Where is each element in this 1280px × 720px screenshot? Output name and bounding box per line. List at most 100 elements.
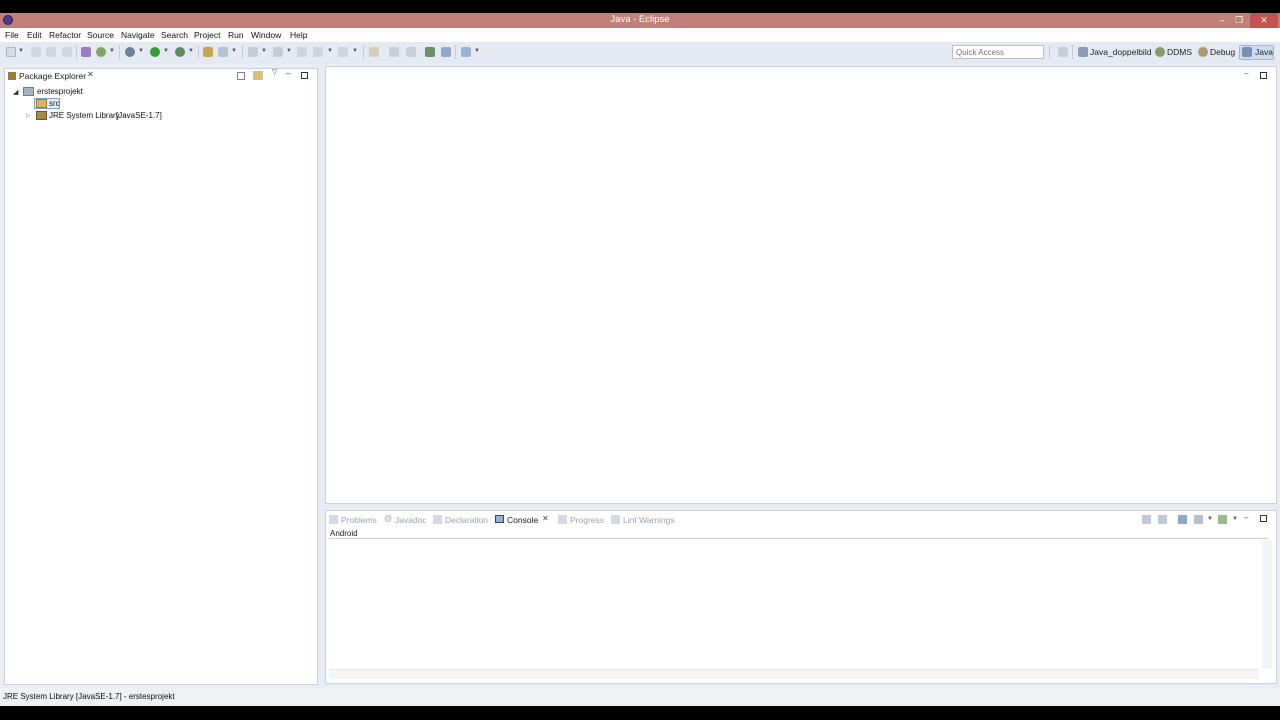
editor-area[interactable] — [325, 66, 1277, 504]
tab-problems[interactable]: Problems — [341, 515, 377, 525]
menu-file[interactable]: File — [5, 30, 19, 40]
menu-refactor[interactable]: Refactor — [49, 30, 81, 40]
scroll-lock-icon[interactable] — [1158, 515, 1167, 524]
tab-progress[interactable]: Progress — [570, 515, 604, 525]
display-console-icon[interactable] — [1194, 515, 1203, 524]
android-sdk-icon[interactable] — [81, 47, 91, 57]
save-all-icon[interactable] — [46, 47, 56, 57]
perspective-ddms[interactable]: DDMS — [1167, 47, 1192, 57]
status-text: JRE System Library [JavaSE-1.7] - erstes… — [3, 692, 175, 701]
menu-search[interactable]: Search — [161, 30, 188, 40]
print-icon[interactable] — [62, 47, 72, 57]
pin-console-icon[interactable] — [1178, 515, 1187, 524]
title-bar: Java - Eclipse – ❐ ✕ — [0, 13, 1280, 28]
tree-item-jre-version: [JavaSE-1.7] — [116, 111, 162, 120]
minimize-editor-icon[interactable]: – — [1244, 69, 1248, 78]
chevron-down-icon[interactable]: ▼ — [286, 48, 292, 54]
toolbar-separator — [363, 45, 364, 59]
lint-icon — [611, 515, 620, 524]
chevron-down-icon[interactable]: ▼ — [474, 48, 480, 54]
chevron-down-icon[interactable]: ▼ — [138, 48, 144, 54]
bottom-letterbox — [0, 706, 1280, 720]
menu-project[interactable]: Project — [194, 30, 220, 40]
new-class-icon[interactable] — [218, 47, 228, 57]
menu-navigate[interactable]: Navigate — [121, 30, 155, 40]
declaration-icon — [433, 515, 442, 524]
menu-help[interactable]: Help — [290, 30, 307, 40]
tab-lint-warnings[interactable]: Lint Warnings — [623, 515, 675, 525]
save-icon[interactable] — [31, 47, 41, 57]
menu-bar: File Edit Refactor Source Navigate Searc… — [0, 28, 1280, 42]
chevron-down-icon[interactable]: ▼ — [163, 48, 169, 54]
perspective-debug[interactable]: Debug — [1210, 47, 1235, 57]
tab-console[interactable]: Console — [507, 515, 538, 525]
tab-declaration[interactable]: Declaration — [445, 515, 488, 525]
run-icon[interactable] — [150, 47, 160, 57]
clear-console-icon[interactable] — [1142, 515, 1151, 524]
expand-arrow-icon[interactable]: ◢ — [13, 88, 18, 96]
view-menu-icon[interactable]: ▽ — [272, 68, 277, 76]
chevron-down-icon[interactable]: ▼ — [109, 48, 115, 54]
debug-icon[interactable] — [125, 47, 135, 57]
toolbar-separator — [242, 45, 243, 59]
menu-edit[interactable]: Edit — [27, 30, 42, 40]
menu-run[interactable]: Run — [228, 30, 244, 40]
quick-access-input[interactable] — [952, 45, 1044, 59]
open-perspective-icon[interactable] — [1058, 47, 1068, 57]
maximize-editor-icon[interactable] — [1260, 72, 1267, 79]
restore-button[interactable]: ❐ — [1230, 13, 1248, 28]
console-name: Android — [330, 529, 358, 538]
perspective-java-doppelbild[interactable]: Java_doppelbild — [1090, 47, 1151, 57]
chevron-down-icon[interactable]: ▼ — [1207, 516, 1213, 522]
open-type-icon[interactable] — [248, 47, 258, 57]
chevron-down-icon[interactable]: ▼ — [352, 48, 358, 54]
tree-project-erstesprojekt[interactable]: erstesprojekt — [37, 87, 83, 96]
maximize-console-icon[interactable] — [1260, 515, 1267, 522]
refresh-icon[interactable] — [96, 47, 106, 57]
close-button[interactable]: ✕ — [1250, 13, 1278, 28]
back-icon[interactable] — [297, 47, 307, 57]
new-icon[interactable] — [6, 47, 16, 57]
chevron-down-icon[interactable]: ▼ — [231, 48, 237, 54]
bottom-panel — [325, 510, 1277, 684]
open-console-icon[interactable] — [1218, 515, 1227, 524]
task-icon[interactable] — [461, 47, 471, 57]
minimize-button[interactable]: – — [1214, 13, 1230, 28]
package-explorer-icon — [8, 72, 16, 80]
last-edit-icon[interactable] — [369, 47, 379, 57]
back-alt-icon[interactable] — [313, 47, 323, 57]
chevron-down-icon[interactable]: ▼ — [18, 48, 24, 54]
menu-window[interactable]: Window — [251, 30, 281, 40]
device-manager-icon[interactable] — [441, 47, 451, 57]
chevron-down-icon[interactable]: ▼ — [261, 48, 267, 54]
search-icon[interactable] — [273, 47, 283, 57]
collapsed-arrow-icon[interactable]: ▷ — [26, 112, 31, 119]
pin-icon[interactable] — [406, 47, 416, 57]
maximize-view-icon[interactable] — [301, 72, 308, 79]
tree-item-jre-library[interactable]: JRE System Library — [49, 111, 120, 120]
library-icon — [36, 111, 47, 120]
minimize-console-icon[interactable]: – — [1244, 513, 1248, 522]
download-icon[interactable] — [425, 47, 435, 57]
vertical-scrollbar[interactable] — [1262, 541, 1272, 669]
tree-item-src[interactable]: src — [49, 99, 60, 108]
perspective-java[interactable]: Java — [1255, 47, 1273, 57]
new-java-project-icon[interactable] — [203, 47, 213, 57]
collapse-all-icon[interactable] — [237, 72, 245, 80]
chevron-down-icon[interactable]: ▼ — [327, 48, 333, 54]
toggle-mark-icon[interactable] — [389, 47, 399, 57]
menu-source[interactable]: Source — [87, 30, 114, 40]
close-icon[interactable]: ✕ — [542, 514, 549, 523]
minimize-view-icon[interactable]: – — [286, 69, 290, 78]
progress-icon — [558, 515, 567, 524]
close-icon[interactable]: ✕ — [87, 70, 94, 79]
javadoc-icon: @ — [384, 514, 393, 523]
link-editor-icon[interactable] — [253, 71, 263, 80]
external-tools-icon[interactable] — [175, 47, 185, 57]
horizontal-scrollbar[interactable] — [329, 669, 1259, 679]
chevron-down-icon[interactable]: ▼ — [188, 48, 194, 54]
chevron-down-icon[interactable]: ▼ — [1232, 516, 1238, 522]
tab-javadoc[interactable]: Javadoc — [395, 515, 427, 525]
forward-icon[interactable] — [338, 47, 348, 57]
problems-icon — [329, 515, 338, 524]
